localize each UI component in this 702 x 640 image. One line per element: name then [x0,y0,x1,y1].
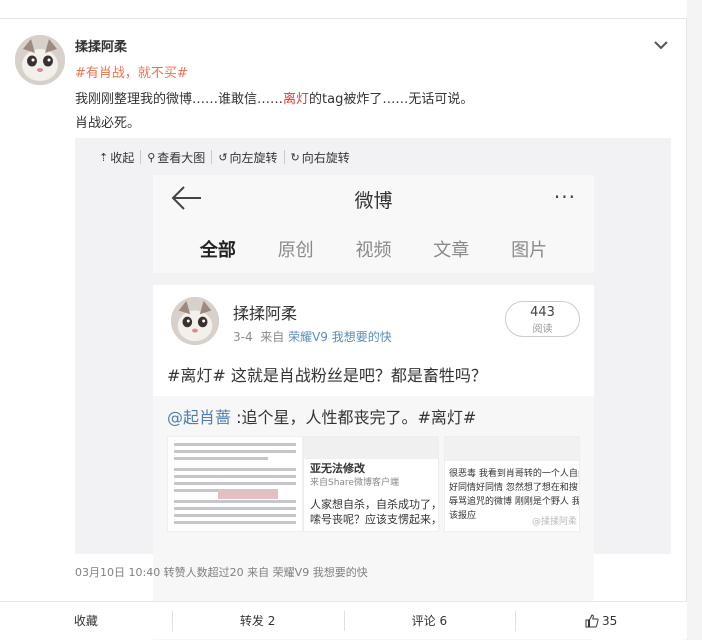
embedded-tab-all: 全部 [200,221,236,273]
embedded-repost-text: @起肖蔷 :追个星，人性都丧完了。#离灯# [167,404,476,428]
view-large-label: 查看大图 [157,150,206,165]
repost-label: 转发 2 [239,614,276,628]
read-count-badge: 443 阅读 [505,301,580,337]
thumb3-line: 辱骂追咒的微博 刚刚是个野人 我三 [449,497,580,507]
watermark: @揉揉阿柔 [531,517,577,527]
chevron-down-icon[interactable] [652,36,670,54]
rotate-right-button[interactable]: ↻ 向右旋转 [285,150,356,165]
like-button[interactable]: 35 [515,602,687,639]
mention-link: @起肖蔷 [167,408,232,427]
embedded-tab-article: 文章 [433,240,470,261]
post-text-line-2: 肖战必死。 [75,116,141,131]
embedded-tab-original: 原创 [277,240,314,261]
thumb2-line: 人家想自杀，自杀成功了， [310,498,439,511]
thumb2-line: 嗦号丧呢？应该支愣起来， [310,513,439,526]
favorite-label: 收藏 [73,614,98,628]
read-label: 阅读 [532,324,553,335]
image-toolbar: ⇡ 收起 ⚲ 查看大图 ↺ 向左旋转 ↻ 向右旋转 [93,150,356,165]
thumb2-line: 亚无法修改 [310,462,365,475]
post-footer-meta: 03月10日 10:40 转赞人数超过20 来自 荣耀V9 我想要的快 [75,566,368,579]
embedded-tabs: 全部 原创 视频 文章 图片 [153,221,594,273]
rotate-left-icon: ↺ [218,150,228,164]
post-text-part: 的tag被炸了……无话可说。 [309,92,474,107]
rotate-left-label: 向左旋转 [229,150,278,165]
collapse-icon: ⇡ [99,150,109,164]
post-hashtag-line: #有肖战，就不买# [75,62,188,81]
embedded-tab-images: 图片 [511,240,548,261]
view-large-button[interactable]: ⚲ 查看大图 [141,150,213,165]
thumb3-line: 很恶毒 我看到肖哥转的一个人自杀 [449,469,580,479]
collapse-label: 收起 [110,150,135,165]
thumbnail-1 [167,436,303,532]
comment-button[interactable]: 评论 6 [343,602,516,639]
post-text-part: 我刚刚整理我的微博……谁敢信…… [75,92,284,107]
embedded-post-text: #离灯# 这就是肖战粉丝是吧？都是畜牲吗？ [167,366,487,385]
embedded-date: 3-4 [233,330,253,344]
hashtag-link[interactable]: #有肖战，就不买# [75,66,188,81]
post-username[interactable]: 揉揉阿柔 [75,36,127,55]
rotate-left-button[interactable]: ↺ 向左旋转 [212,150,285,165]
embedded-avatar [171,297,219,345]
favorite-button[interactable]: 收藏 [0,602,172,639]
embedded-tab-video: 视频 [355,240,392,261]
embedded-post-meta: 3-4 来自 荣耀V9 我想要的快 [233,328,392,345]
thumb3-line: 好同情好同情 忽然想了想在和搜了 [449,483,580,493]
thumbnail-2: 亚无法修改 来自Share微博客户端 人家想自杀，自杀成功了， 嗦号丧呢？应该支… [303,436,439,532]
embedded-app-title: 微博 [354,190,393,212]
embedded-source-prefix: 来自 [260,330,285,344]
embedded-username: 揉揉阿柔 [233,304,298,323]
page-scrollbar[interactable] [687,0,702,640]
embedded-source: 荣耀V9 我想要的快 [288,330,392,344]
embedded-topbar: 微博 ··· [153,175,594,221]
read-count: 443 [530,305,555,320]
divider [153,273,594,285]
thumbs-up-icon [585,613,599,627]
highlight-keyword: 离灯 [283,92,310,107]
image-viewer: ⇡ 收起 ⚲ 查看大图 ↺ 向左旋转 ↻ 向右旋转 微博 ··· 全部 原创 视频 文章… [75,138,671,640]
post-text-line-1: 我刚刚整理我的微博……谁敢信……离灯的tag被炸了……无话可说。 [75,88,473,107]
thumbnail-3: 很恶毒 我看到肖哥转的一个人自杀 好同情好同情 忽然想了想在和搜了 辱骂追咒的微… [444,436,580,532]
thumb2-line: 来自Share微博客户端 [310,478,399,488]
comment-label: 评论 6 [411,614,448,628]
repost-body: :追个星，人性都丧完了。#离灯# [236,408,477,427]
rotate-right-label: 向右旋转 [301,150,350,165]
action-bar: 收藏 转发 2 评论 6 35 [0,601,687,639]
collapse-button[interactable]: ⇡ 收起 [93,150,142,165]
more-icon: ··· [553,185,576,209]
search-icon: ⚲ [147,150,156,164]
rotate-right-icon: ↻ [290,150,300,164]
repost-button[interactable]: 转发 2 [171,602,344,639]
like-count: 35 [601,613,618,628]
avatar[interactable] [15,35,65,85]
